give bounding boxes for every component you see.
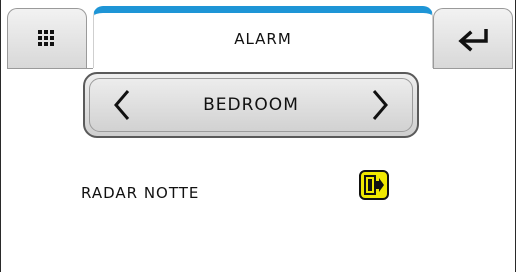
chevron-left-icon: [114, 90, 130, 120]
next-room-button[interactable]: [365, 85, 395, 125]
menu-button[interactable]: [7, 8, 87, 68]
divider: [433, 68, 513, 69]
alarm-item[interactable]: RADAR NOTTE: [81, 170, 421, 206]
divider: [7, 68, 93, 69]
return-arrow-icon: [458, 28, 488, 51]
door-exit-glyph: [364, 175, 384, 195]
grid-icon: [38, 29, 56, 48]
tab-alarm: ALARM: [93, 6, 433, 68]
prev-room-button[interactable]: [107, 85, 137, 125]
page-title: ALARM: [234, 29, 292, 48]
screen: ALARM BEDROOM RADAR NOTTE: [0, 0, 516, 272]
chevron-right-icon: [372, 90, 388, 120]
top-bar: ALARM: [1, 0, 516, 69]
alarm-name: RADAR NOTTE: [81, 184, 200, 202]
room-selector: BEDROOM: [83, 72, 419, 138]
door-exit-icon[interactable]: [359, 170, 389, 200]
room-name: BEDROOM: [203, 95, 299, 115]
back-button[interactable]: [433, 8, 513, 68]
